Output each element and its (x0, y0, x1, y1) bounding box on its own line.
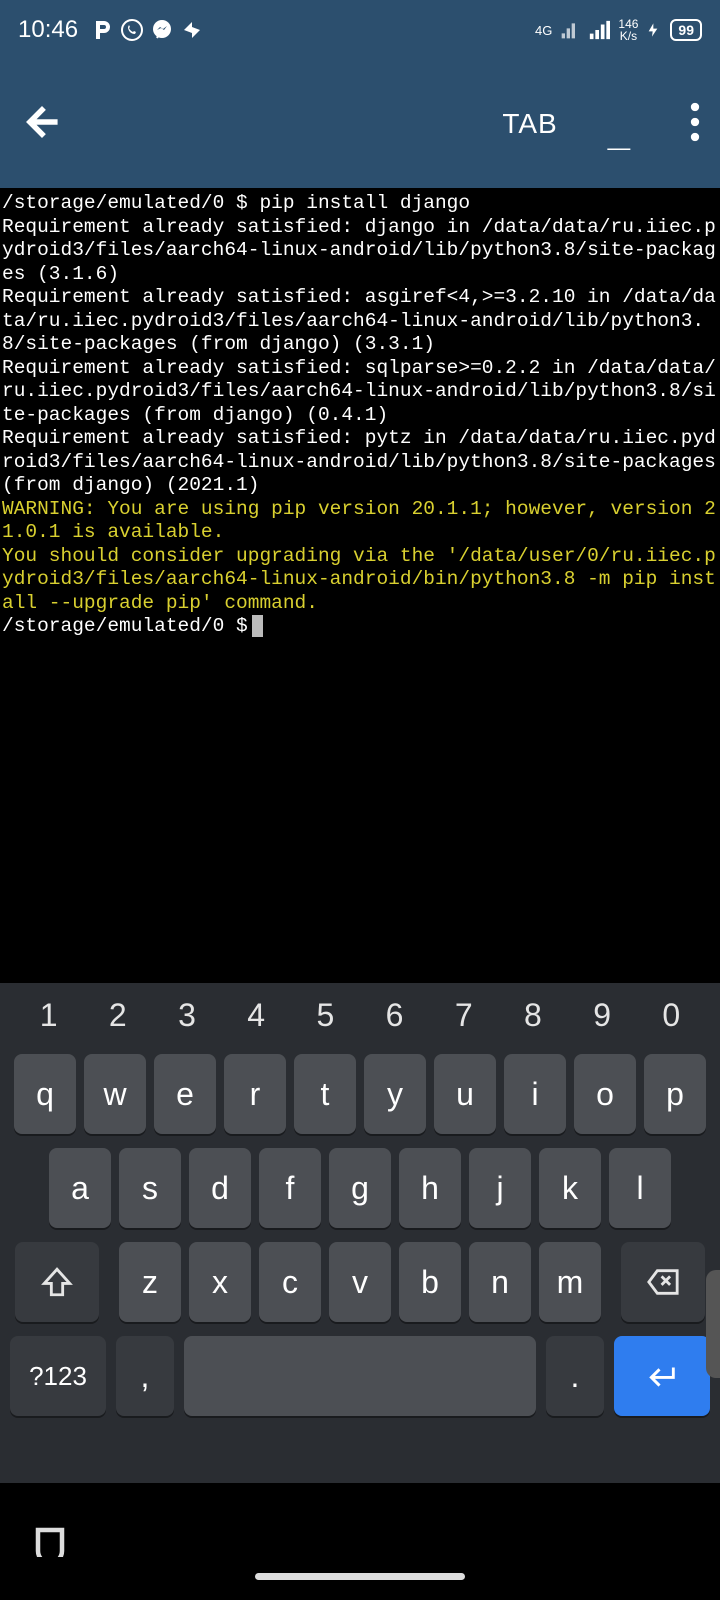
charging-icon (646, 20, 662, 40)
key-y[interactable]: y (364, 1054, 426, 1134)
key-z[interactable]: z (119, 1242, 181, 1322)
keyboard-row-zxcv: z x c v b n m (8, 1242, 712, 1322)
key-1[interactable]: 1 (19, 997, 79, 1034)
edge-panel-handle[interactable] (706, 1270, 720, 1378)
backspace-icon (646, 1265, 680, 1299)
messenger-icon (150, 18, 174, 42)
keyboard-number-row: 1 2 3 4 5 6 7 8 9 0 (8, 993, 712, 1040)
whatsapp-icon (120, 18, 144, 42)
key-8[interactable]: 8 (503, 997, 563, 1034)
terminal-line: Requirement already satisfied: pytz in /… (2, 427, 718, 498)
key-l[interactable]: l (609, 1148, 671, 1228)
key-v[interactable]: v (329, 1242, 391, 1322)
key-t[interactable]: t (294, 1054, 356, 1134)
status-bar: 10:46 4G 146 K/s 99 (0, 0, 720, 60)
terminal-warning: WARNING: You are using pip version 20.1.… (2, 498, 718, 545)
key-3[interactable]: 3 (157, 997, 217, 1034)
key-comma[interactable]: , (116, 1336, 174, 1416)
key-symbols[interactable]: ?123 (10, 1336, 106, 1416)
key-x[interactable]: x (189, 1242, 251, 1322)
terminal-line: Requirement already satisfied: asgiref<4… (2, 286, 718, 357)
keyboard-row-qwerty: q w e r t y u i o p (8, 1054, 712, 1134)
status-notification-icons (90, 18, 204, 42)
keyboard-row-asdf: a s d f g h j k l (8, 1148, 712, 1228)
enter-icon (645, 1359, 679, 1393)
terminal-line: Requirement already satisfied: django in… (2, 216, 718, 287)
key-b[interactable]: b (399, 1242, 461, 1322)
key-c[interactable]: c (259, 1242, 321, 1322)
terminal-output[interactable]: /storage/emulated/0 $ pip install django… (0, 188, 720, 983)
key-5[interactable]: 5 (295, 997, 355, 1034)
network-type: 4G (535, 23, 552, 38)
key-q[interactable]: q (14, 1054, 76, 1134)
tab-button[interactable]: TAB (502, 108, 557, 140)
soft-keyboard: 1 2 3 4 5 6 7 8 9 0 q w e r t y u i o p … (0, 983, 720, 1483)
key-7[interactable]: 7 (434, 997, 494, 1034)
recent-apps-button[interactable] (32, 1521, 68, 1562)
key-6[interactable]: 6 (365, 997, 425, 1034)
key-f[interactable]: f (259, 1148, 321, 1228)
terminal-line: Requirement already satisfied: sqlparse>… (2, 357, 718, 428)
home-gesture-pill[interactable] (255, 1573, 465, 1580)
signal-icon-1 (560, 20, 580, 40)
key-backspace[interactable] (621, 1242, 705, 1322)
battery-level: 99 (670, 19, 702, 41)
key-g[interactable]: g (329, 1148, 391, 1228)
key-o[interactable]: o (574, 1054, 636, 1134)
key-shift[interactable] (15, 1242, 99, 1322)
system-navbar (0, 1483, 720, 1600)
network-speed: 146 K/s (618, 18, 638, 42)
signal-icon-2 (588, 19, 610, 41)
terminal-prompt: /storage/emulated/0 $ (2, 615, 718, 639)
key-r[interactable]: r (224, 1054, 286, 1134)
key-d[interactable]: d (189, 1148, 251, 1228)
shift-icon (40, 1265, 74, 1299)
key-p[interactable]: p (644, 1054, 706, 1134)
key-a[interactable]: a (49, 1148, 111, 1228)
terminal-line: /storage/emulated/0 $ pip install django (2, 192, 718, 216)
more-menu-button[interactable] (690, 102, 700, 147)
key-i[interactable]: i (504, 1054, 566, 1134)
key-k[interactable]: k (539, 1148, 601, 1228)
back-button[interactable] (20, 100, 64, 149)
key-u[interactable]: u (434, 1054, 496, 1134)
key-4[interactable]: 4 (226, 997, 286, 1034)
app-toolbar: TAB _ (0, 60, 720, 188)
key-w[interactable]: w (84, 1054, 146, 1134)
key-enter[interactable] (614, 1336, 710, 1416)
terminal-warning: You should consider upgrading via the '/… (2, 545, 718, 616)
minimize-button[interactable]: _ (608, 110, 630, 155)
key-2[interactable]: 2 (88, 997, 148, 1034)
key-space[interactable] (184, 1336, 536, 1416)
key-period[interactable]: . (546, 1336, 604, 1416)
status-time: 10:46 (18, 16, 78, 44)
key-n[interactable]: n (469, 1242, 531, 1322)
keyboard-row-bottom: ?123 , . (8, 1336, 712, 1416)
key-0[interactable]: 0 (641, 997, 701, 1034)
app-icon (180, 18, 204, 42)
parking-icon (90, 18, 114, 42)
key-j[interactable]: j (469, 1148, 531, 1228)
key-m[interactable]: m (539, 1242, 601, 1322)
key-s[interactable]: s (119, 1148, 181, 1228)
key-e[interactable]: e (154, 1054, 216, 1134)
key-h[interactable]: h (399, 1148, 461, 1228)
key-9[interactable]: 9 (572, 997, 632, 1034)
cursor (252, 615, 263, 637)
